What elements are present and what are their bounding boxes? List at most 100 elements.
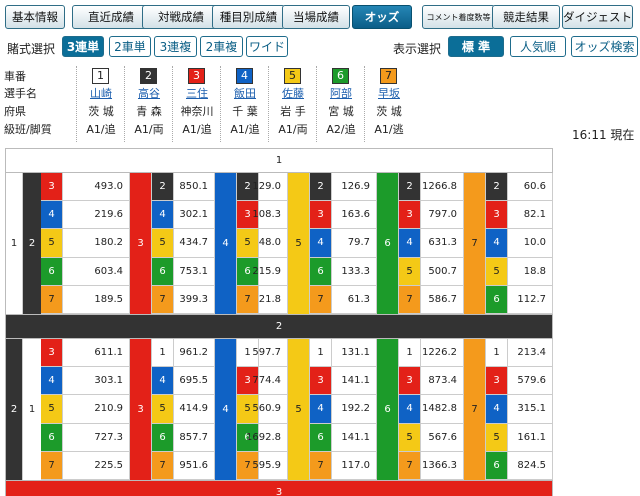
odds-value-cell[interactable]: 117.0 [332,451,377,480]
odds-value-cell[interactable]: 493.0 [63,173,130,202]
second-car-cell: 3 [130,173,152,314]
odds-value-cell[interactable]: 108.3 [252,201,288,230]
odds-value-cell[interactable]: 597.7 [252,339,288,368]
odds-value-cell[interactable]: 192.2 [332,395,377,424]
odds-value-cell[interactable]: 302.1 [174,201,215,230]
odds-value-cell[interactable]: 225.5 [63,451,130,480]
display-odds-search-button[interactable]: オッズ検索 [571,36,638,57]
odds-value-cell[interactable]: 303.1 [63,367,130,396]
odds-value-cell[interactable]: 567.6 [421,423,464,452]
odds-value-cell[interactable]: 141.1 [332,367,377,396]
bet-quinella-button[interactable]: 2車複 [200,36,243,57]
first-car-cell: 1 [5,173,23,314]
odds-value-cell[interactable]: 61.3 [332,285,377,314]
rider-class: A1/追 [182,123,212,136]
odds-value-cell[interactable]: 189.5 [63,285,130,314]
odds-value-cell[interactable]: 414.9 [174,395,215,424]
rider-prefecture: 千 葉 [232,105,258,118]
odds-value-cell[interactable]: 603.4 [63,257,130,286]
odds-value-cell[interactable]: 60.6 [508,173,553,202]
odds-value-cell[interactable]: 10.0 [508,229,553,258]
rider-name-link[interactable]: 阿部 [317,85,365,103]
odds-value-cell[interactable]: 215.9 [252,257,288,286]
rider-class: A2/追 [326,123,356,136]
odds-value-cell[interactable]: 586.7 [421,285,464,314]
odds-value-cell[interactable]: 131.1 [332,339,377,368]
odds-value-cell[interactable]: 1482.8 [421,395,464,424]
odds-value-cell[interactable]: 579.6 [508,367,553,396]
selection-row: 賭式選択 3連単 2車単 3連複 2車複 ワイド 表示選択 標 準人気順 オッズ検索 [0,36,640,58]
odds-value-cell[interactable]: 1266.8 [421,173,464,202]
odds-value-cell[interactable]: 399.3 [174,285,215,314]
odds-value-cell[interactable]: 961.2 [174,339,215,368]
odds-value-cell[interactable]: 631.3 [421,229,464,258]
rider-name-link[interactable]: 飯田 [221,85,269,103]
rider-name-link[interactable]: 高谷 [125,85,173,103]
rider-name-link[interactable]: 三住 [173,85,221,103]
odds-value-cell[interactable]: 951.6 [174,451,215,480]
odds-value-cell[interactable]: 797.0 [421,201,464,230]
odds-value-cell[interactable]: 219.6 [63,201,130,230]
tab-race-result[interactable]: 競走結果 [492,5,560,29]
odds-value-cell[interactable]: 21.8 [259,285,288,314]
second-car-cell: 3 [130,339,152,480]
odds-value-cell[interactable]: 82.1 [508,201,553,230]
bet-exacta-button[interactable]: 2車単 [109,36,151,57]
third-car-cell: 5 [41,395,63,424]
first-car-cell: 2 [5,339,23,480]
odds-value-cell[interactable]: 1366.3 [421,451,464,480]
odds-value-cell[interactable]: 824.5 [508,451,553,480]
odds-value-cell[interactable]: 727.3 [63,423,130,452]
odds-value-cell[interactable]: 611.1 [63,339,130,368]
odds-value-cell[interactable]: 112.7 [508,285,553,314]
rider-name-link[interactable]: 山崎 [77,85,125,103]
bet-trifecta-button[interactable]: 3連単 [62,36,104,57]
tab-event-results[interactable]: 種目別成績 [212,5,285,29]
odds-value-cell[interactable]: 560.9 [252,395,288,424]
odds-value-cell[interactable]: 500.7 [421,257,464,286]
odds-value-cell[interactable]: 434.7 [174,229,215,258]
odds-value-cell[interactable]: 18.8 [508,257,553,286]
rider-column: 7 早坂茨 城 A1/逃 [364,66,412,142]
tab-digest[interactable]: ダイジェスト [562,5,633,29]
odds-value-cell[interactable]: 163.6 [332,201,377,230]
odds-value-cell[interactable]: 1692.8 [246,423,288,452]
third-car-cell: 3 [310,201,332,230]
car-number-label: 車番 [4,70,26,83]
odds-value-cell[interactable]: 857.7 [174,423,215,452]
tab-odds[interactable]: オッズ [352,5,412,29]
tab-comments[interactable]: コメント着度数等 [422,5,495,29]
display-popularity-button[interactable]: 人気順 [510,36,566,57]
tab-recent-results[interactable]: 直近成績 [72,5,150,29]
odds-value-cell[interactable]: 213.4 [508,339,553,368]
odds-value-cell[interactable]: 210.9 [63,395,130,424]
bet-trio-button[interactable]: 3連複 [154,36,197,57]
tab-head-to-head[interactable]: 対戦成績 [142,5,220,29]
third-car-cell: 7 [41,285,63,314]
first-place-header: 1 [5,148,553,173]
odds-value-cell[interactable]: 79.7 [332,229,377,258]
second-car-cell: 7 [464,173,486,314]
odds-value-cell[interactable]: 774.4 [252,367,288,396]
tab-basic-info[interactable]: 基本情報 [5,5,65,29]
odds-value-cell[interactable]: 873.4 [421,367,464,396]
odds-value-cell[interactable]: 129.0 [252,173,288,202]
odds-value-cell[interactable]: 161.1 [508,423,553,452]
tab-track-results[interactable]: 当場成績 [282,5,350,29]
odds-value-cell[interactable]: 315.1 [508,395,553,424]
odds-value-cell[interactable]: 126.9 [332,173,377,202]
third-car-cell: 3 [41,173,63,202]
odds-value-cell[interactable]: 850.1 [174,173,215,202]
odds-value-cell[interactable]: 141.1 [332,423,377,452]
odds-value-cell[interactable]: 753.1 [174,257,215,286]
odds-value-cell[interactable]: 595.9 [252,451,288,480]
odds-value-cell[interactable]: 180.2 [63,229,130,258]
odds-value-cell[interactable]: 1226.2 [421,339,464,368]
odds-value-cell[interactable]: 48.0 [259,229,288,258]
rider-name-link[interactable]: 早坂 [365,85,413,103]
rider-name-link[interactable]: 佐藤 [269,85,317,103]
odds-value-cell[interactable]: 695.5 [174,367,215,396]
display-standard-button[interactable]: 標 準 [448,36,504,57]
bet-wide-button[interactable]: ワイド [246,36,288,57]
odds-value-cell[interactable]: 133.3 [332,257,377,286]
